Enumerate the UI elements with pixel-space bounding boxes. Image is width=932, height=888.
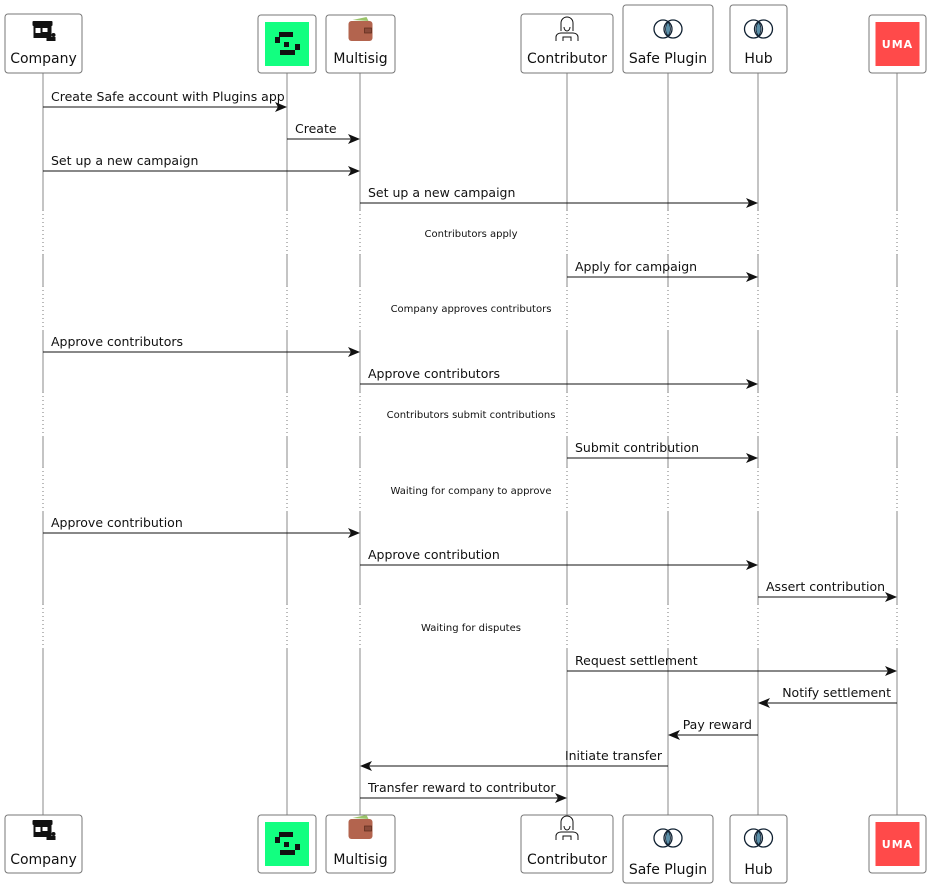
participant-label: Safe Plugin	[629, 51, 707, 67]
message-label: Initiate transfer	[565, 748, 663, 763]
message-label: Transfer reward to contributor	[367, 780, 556, 795]
participant-multisig-top[interactable]: Multisig	[325, 14, 396, 74]
participant-hub-bottom[interactable]: Hub	[729, 814, 788, 884]
participant-contributor-top[interactable]: Contributor	[520, 13, 614, 74]
message-label: Pay reward	[683, 717, 752, 732]
message-label: Approve contributors	[368, 366, 500, 381]
svg-text:UMA: UMA	[882, 838, 913, 851]
uma-logo-icon: UMA	[875, 22, 920, 66]
divider-label: Contributors submit contributions	[387, 410, 556, 421]
participant-plugin-top[interactable]: Safe Plugin	[622, 4, 714, 74]
participant-label: Multisig	[333, 51, 387, 67]
message-label: Notify settlement	[782, 685, 891, 700]
message-label: Set up a new campaign	[51, 153, 198, 168]
message-label: Approve contributors	[51, 334, 183, 349]
participant-safe-bottom[interactable]	[257, 814, 317, 874]
svg-text:UMA: UMA	[882, 38, 913, 51]
participant-label: Company	[10, 852, 77, 868]
participant-safe-top[interactable]	[257, 14, 317, 74]
participant-label: Contributor	[527, 852, 607, 868]
safe-logo-icon	[265, 822, 309, 866]
divider-label: Waiting for company to approve	[390, 486, 551, 497]
message-label: Submit contribution	[575, 440, 699, 455]
uma-logo-icon: UMA	[875, 822, 920, 866]
participant-hub-top[interactable]: Hub	[729, 4, 788, 74]
message-label: Assert contribution	[766, 579, 885, 594]
participant-company-top[interactable]: Company	[4, 13, 83, 74]
participant-contributor-bottom[interactable]: Contributor	[520, 814, 614, 874]
message-label: Set up a new campaign	[368, 185, 515, 200]
participant-label: Hub	[744, 51, 772, 67]
participant-multisig-bottom[interactable]: Multisig	[325, 814, 396, 874]
participant-label: Company	[10, 51, 77, 67]
participant-label: Hub	[744, 862, 772, 878]
messages: Create Safe account with Plugins app Crea…	[43, 89, 897, 803]
participant-uma-top[interactable]: UMA	[868, 14, 927, 74]
message-label: Apply for campaign	[575, 259, 697, 274]
message-label: Approve contribution	[368, 547, 500, 562]
participant-label: Multisig	[333, 852, 387, 868]
safe-logo-icon	[265, 22, 309, 66]
participant-company-bottom[interactable]: Company	[4, 814, 83, 874]
participant-uma-bottom[interactable]: UMA	[868, 814, 927, 874]
message-label: Request settlement	[575, 653, 698, 668]
divider-label: Contributors apply	[425, 229, 518, 240]
participant-label: Safe Plugin	[629, 862, 707, 878]
sequence-diagram: Company Company Multisig Multisig Contributo…	[4, 4, 927, 884]
divider-label: Waiting for disputes	[421, 623, 521, 634]
message-label: Approve contribution	[51, 515, 183, 530]
divider-label: Company approves contributors	[391, 304, 552, 315]
participant-plugin-bottom[interactable]: Safe Plugin	[622, 814, 714, 884]
participant-label: Contributor	[527, 51, 607, 67]
message-label: Create	[295, 121, 337, 136]
message-label: Create Safe account with Plugins app	[51, 89, 285, 104]
